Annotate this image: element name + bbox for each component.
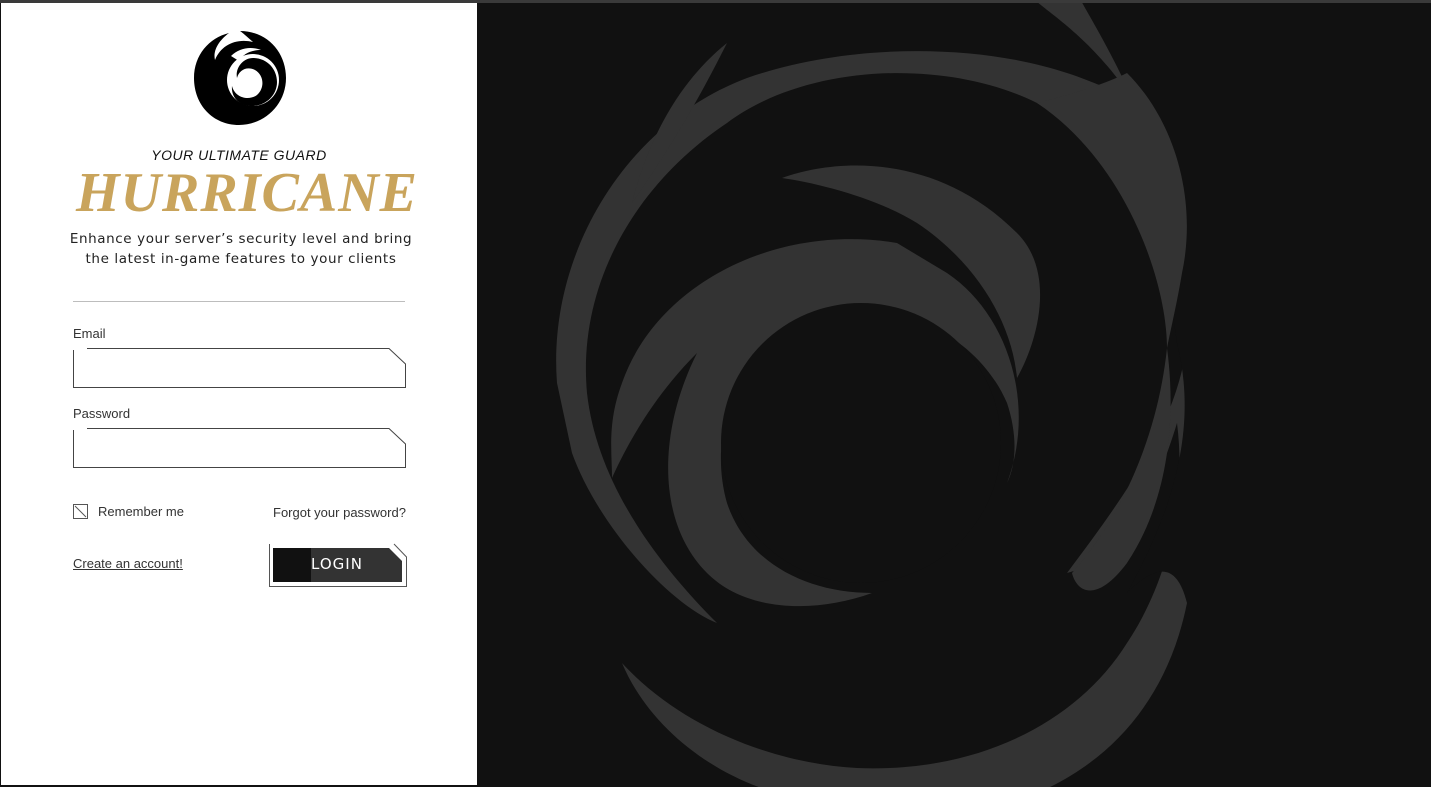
hurricane-logo-icon xyxy=(191,28,289,126)
hurricane-swirl-icon xyxy=(556,3,1431,787)
background-panel xyxy=(477,3,1431,787)
description-line-2: the latest in-game features to your clie… xyxy=(85,251,397,267)
divider xyxy=(73,301,405,302)
remember-checkbox[interactable] xyxy=(73,504,88,519)
email-field-frame xyxy=(73,348,406,388)
remember-label: Remember me xyxy=(98,504,184,519)
forgot-password-link[interactable]: Forgot your password? xyxy=(273,505,406,520)
brand-description: Enhance your server’s security level and… xyxy=(61,229,421,269)
create-account-link[interactable]: Create an account! xyxy=(73,556,183,571)
password-field[interactable] xyxy=(79,432,398,466)
login-button-label: LOGIN xyxy=(311,555,363,573)
login-panel: YOUR ULTIMATE GUARD HURRICANE Enhance yo… xyxy=(1,3,477,785)
brand-name: HURRICANE xyxy=(76,162,418,224)
login-button[interactable]: LOGIN xyxy=(269,543,407,587)
password-label: Password xyxy=(73,406,131,421)
email-field[interactable] xyxy=(79,352,398,386)
description-line-1: Enhance your server’s security level and… xyxy=(69,231,413,247)
email-label: Email xyxy=(73,326,106,341)
password-field-frame xyxy=(73,428,406,468)
